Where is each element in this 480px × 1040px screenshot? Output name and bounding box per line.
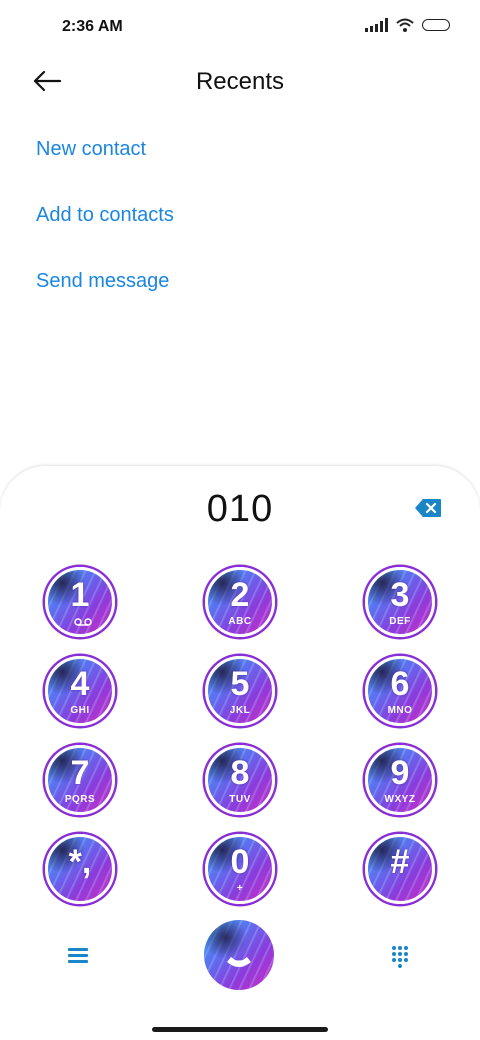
- dial-key-4[interactable]: 4 GHI: [45, 656, 115, 726]
- dial-key-1[interactable]: 1: [45, 567, 115, 637]
- wifi-icon: [396, 18, 414, 32]
- key-digit: 8: [230, 754, 250, 792]
- add-to-contacts-link[interactable]: Add to contacts: [36, 204, 174, 227]
- key-digit: 3: [390, 576, 410, 614]
- backspace-icon[interactable]: [414, 498, 442, 518]
- key-letters: JKL: [229, 705, 251, 716]
- page-title: Recents: [195, 68, 285, 95]
- key-digit: 6: [390, 665, 410, 703]
- key-digit: #: [390, 843, 410, 881]
- dial-key-9[interactable]: 9 WXYZ: [365, 745, 435, 815]
- new-contact-link[interactable]: New contact: [36, 138, 146, 161]
- key-digit: 7: [70, 754, 90, 792]
- status-time: 2:36 AM: [62, 18, 123, 35]
- phone-icon: [227, 957, 251, 967]
- dial-key-hash[interactable]: #: [365, 834, 435, 904]
- key-letters: DEF: [389, 616, 411, 627]
- key-digit: 0: [230, 843, 250, 881]
- status-icons: [365, 18, 450, 32]
- key-digit: 4: [70, 665, 90, 703]
- dialed-number: 010: [206, 488, 274, 530]
- dial-key-5[interactable]: 5 JKL: [205, 656, 275, 726]
- key-digit: 5: [230, 665, 250, 703]
- dial-key-star[interactable]: *,: [45, 834, 115, 904]
- key-letters: TUV: [229, 794, 251, 805]
- menu-icon[interactable]: [68, 948, 88, 964]
- key-letters: +: [236, 883, 244, 894]
- key-letters: PQRS: [64, 794, 96, 805]
- dial-key-8[interactable]: 8 TUV: [205, 745, 275, 815]
- key-digit: *,: [68, 843, 92, 881]
- home-indicator[interactable]: [152, 1027, 328, 1032]
- key-letters: MNO: [387, 705, 413, 716]
- status-bar: 2:36 AM: [0, 0, 480, 56]
- dial-key-7[interactable]: 7 PQRS: [45, 745, 115, 815]
- dial-key-0[interactable]: 0 +: [205, 834, 275, 904]
- key-letters: GHI: [70, 705, 90, 716]
- key-letters: WXYZ: [384, 794, 416, 805]
- battery-icon: [422, 19, 450, 31]
- send-message-link[interactable]: Send message: [36, 270, 169, 293]
- signal-icon: [365, 18, 388, 32]
- dial-key-6[interactable]: 6 MNO: [365, 656, 435, 726]
- voicemail-icon: [74, 618, 92, 626]
- key-digit: 1: [70, 576, 90, 614]
- key-digit: 9: [390, 754, 410, 792]
- dialpad-icon[interactable]: [392, 946, 412, 968]
- call-button[interactable]: [204, 920, 274, 990]
- dial-key-2[interactable]: 2 ABC: [205, 567, 275, 637]
- dial-key-3[interactable]: 3 DEF: [365, 567, 435, 637]
- key-letters: ABC: [228, 616, 252, 627]
- header: Recents: [0, 56, 480, 106]
- key-digit: 2: [230, 576, 250, 614]
